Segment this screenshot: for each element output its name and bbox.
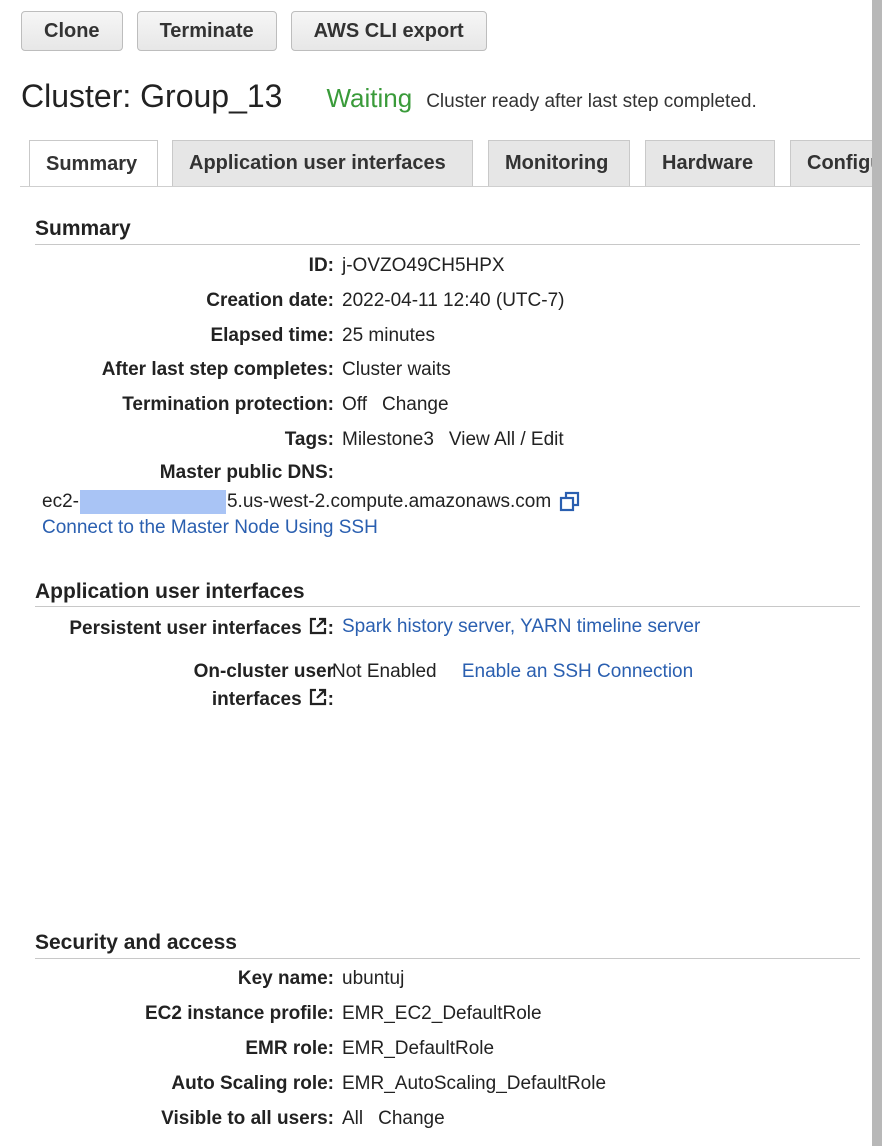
tags-view-edit-link[interactable]: View All / Edit (449, 429, 564, 451)
elapsed-time-value: 25 minutes (342, 325, 435, 346)
external-link-icon (309, 688, 326, 706)
elapsed-time-label: Elapsed time: (210, 325, 334, 346)
yarn-timeline-server-link[interactable]: YARN timeline server (520, 616, 700, 637)
cluster-header: Cluster: Group_13 Waiting Cluster ready … (21, 78, 757, 115)
after-last-step-label: After last step completes: (101, 359, 334, 380)
visible-change-link[interactable]: Change (378, 1108, 445, 1130)
toolbar: Clone Terminate AWS CLI export (21, 11, 487, 51)
ec2-profile-row: EC2 instance profile: EMR_EC2_DefaultRol… (0, 1003, 542, 1025)
tab-monitoring[interactable]: Monitoring (488, 140, 630, 186)
elapsed-time-row: Elapsed time: 25 minutes (0, 325, 435, 347)
emr-role-value: EMR_DefaultRole (342, 1038, 495, 1059)
tab-bar: Summary Application user interfaces Moni… (20, 140, 872, 187)
aws-cli-export-button[interactable]: AWS CLI export (290, 11, 487, 51)
status-badge: Waiting (326, 83, 413, 113)
visible-to-all-value: All (342, 1108, 364, 1129)
security-section-title: Security and access (35, 931, 237, 954)
link-separator: , (509, 616, 516, 637)
key-name-label: Key name: (237, 968, 334, 989)
on-cluster-ui-value: Not Enabled (332, 661, 437, 682)
key-name-value: ubuntuj (342, 968, 405, 989)
divider (35, 606, 860, 607)
after-last-step-value: Cluster waits (342, 359, 451, 380)
ec2-profile-value: EMR_EC2_DefaultRole (342, 1003, 542, 1024)
on-cluster-ui-label-line1: On-cluster user (193, 661, 334, 682)
divider (35, 958, 860, 959)
visible-to-all-label: Visible to all users: (161, 1108, 334, 1129)
redacted-block (79, 490, 226, 514)
enable-ssh-connection-link[interactable]: Enable an SSH Connection (462, 661, 693, 682)
master-dns-value: ec2- 5.us-west-2.compute.amazonaws.com (42, 490, 581, 514)
on-cluster-ui-label-line2: interfaces (211, 689, 302, 710)
connect-ssh-link[interactable]: Connect to the Master Node Using SSH (42, 517, 378, 539)
window-scrollbar[interactable] (872, 0, 882, 1146)
external-link-icon (309, 617, 326, 635)
app-ui-section-title: Application user interfaces (35, 580, 305, 603)
auto-scaling-role-row: Auto Scaling role: EMR_AutoScaling_Defau… (0, 1073, 606, 1095)
creation-date-label: Creation date: (206, 290, 334, 311)
terminate-button[interactable]: Terminate (136, 11, 277, 51)
termination-protection-value: Off (342, 394, 367, 415)
persistent-ui-links: Spark history server, YARN timeline serv… (342, 616, 700, 640)
tags-row: Tags: Milestone3 View All / Edit (0, 429, 564, 451)
auto-scaling-role-value: EMR_AutoScaling_DefaultRole (342, 1073, 607, 1094)
persistent-ui-row: Persistent user interfaces : Spark histo… (0, 616, 700, 640)
dns-suffix: 5.us-west-2.compute.amazonaws.com (226, 491, 552, 512)
visible-to-all-row: Visible to all users: All Change (0, 1108, 445, 1130)
on-cluster-ui-value-group: Not Enabled Enable an SSH Connection (332, 658, 693, 686)
key-name-row: Key name: ubuntuj (0, 968, 404, 990)
id-row: ID: j-OVZO49CH5HPX (0, 255, 505, 277)
on-cluster-ui-label: On-cluster user interfaces : (130, 658, 334, 714)
copy-icon[interactable] (559, 491, 581, 513)
tab-summary[interactable]: Summary (29, 140, 158, 186)
termination-protection-row: Termination protection: Off Change (0, 394, 449, 416)
spark-history-server-link[interactable]: Spark history server (342, 616, 510, 637)
status-message: Cluster ready after last step completed. (426, 91, 757, 112)
divider (35, 244, 860, 245)
tab-configurations[interactable]: Configu (790, 140, 872, 186)
emr-role-row: EMR role: EMR_DefaultRole (0, 1038, 494, 1060)
creation-date-row: Creation date: 2022-04-11 12:40 (UTC-7) (0, 290, 564, 312)
clone-button[interactable]: Clone (21, 11, 123, 51)
after-last-step-row: After last step completes: Cluster waits (0, 359, 451, 381)
emr-role-label: EMR role: (245, 1038, 334, 1059)
on-cluster-ui-label-line2-group: interfaces : (211, 688, 334, 710)
creation-date-value: 2022-04-11 12:40 (UTC-7) (342, 290, 565, 311)
id-value: j-OVZO49CH5HPX (342, 255, 505, 276)
page-title: Cluster: Group_13 (21, 78, 283, 114)
dns-prefix: ec2- (42, 491, 79, 512)
tab-application-user-interfaces[interactable]: Application user interfaces (172, 140, 473, 186)
tags-label: Tags: (284, 429, 334, 450)
persistent-ui-label-group: Persistent user interfaces : (69, 617, 334, 639)
summary-section-title: Summary (35, 217, 131, 240)
id-label: ID: (308, 255, 334, 276)
auto-scaling-role-label: Auto Scaling role: (171, 1073, 334, 1094)
ec2-profile-label: EC2 instance profile: (145, 1003, 334, 1024)
persistent-ui-label: Persistent user interfaces (69, 618, 302, 639)
termination-change-link[interactable]: Change (382, 394, 449, 416)
master-dns-label: Master public DNS: (159, 462, 334, 483)
tab-hardware[interactable]: Hardware (645, 140, 775, 186)
tags-value: Milestone3 (342, 429, 434, 450)
termination-protection-label: Termination protection: (122, 394, 334, 415)
